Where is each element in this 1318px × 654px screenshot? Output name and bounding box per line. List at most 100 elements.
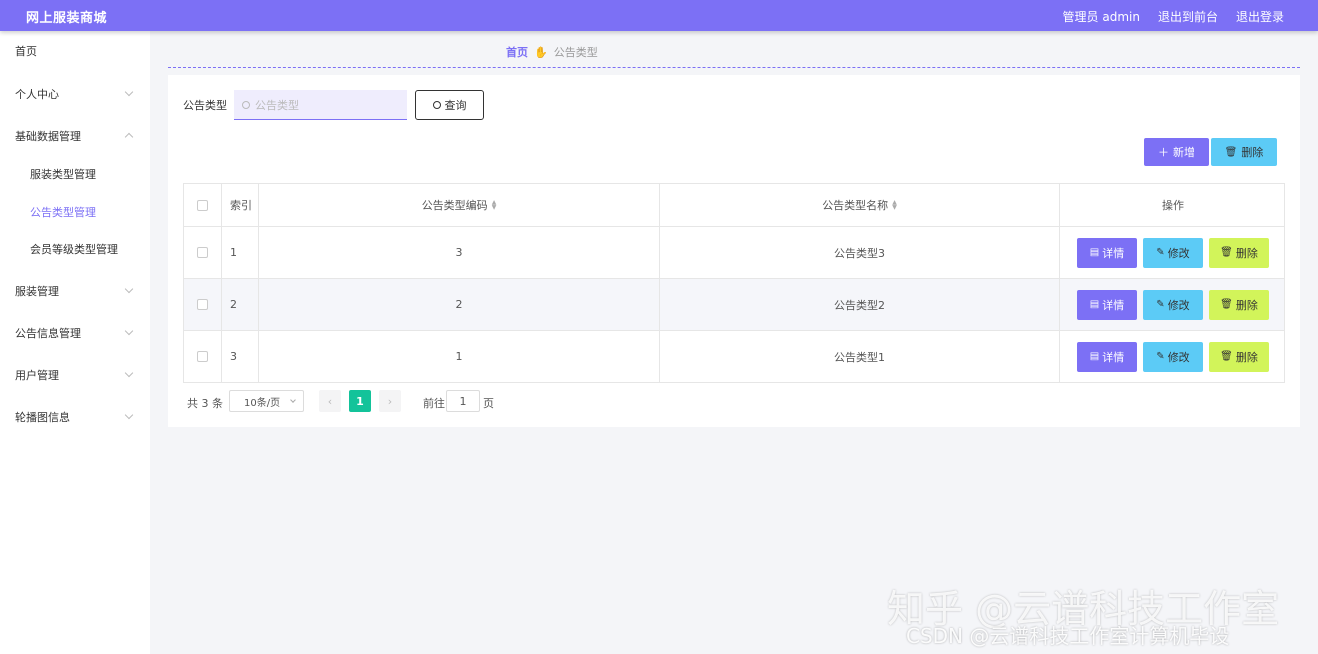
exit-to-front-link[interactable]: 退出到前台 xyxy=(1158,8,1218,25)
goto-suffix: 页 xyxy=(483,397,494,410)
delete-button[interactable]: 🗑 删除 xyxy=(1209,289,1269,320)
sidebar-item-users[interactable]: 用户管理 xyxy=(0,355,150,395)
sidebar-item-label: 个人中心 xyxy=(15,88,59,101)
row-checkbox[interactable] xyxy=(197,247,208,258)
document-icon: ▤ xyxy=(1089,247,1100,258)
add-button-label: 新增 xyxy=(1173,146,1195,159)
row-name: 公告类型1 xyxy=(660,331,1060,382)
row-index: 3 xyxy=(222,331,259,382)
search-icon xyxy=(432,101,441,109)
header-name[interactable]: 公告类型名称 ▲ ▼ xyxy=(660,184,1060,226)
goto-page-input[interactable]: 1 xyxy=(446,390,480,412)
page-size-value: 10条/页 xyxy=(244,397,281,409)
pagination-total: 共 3 条 xyxy=(187,397,223,410)
logout-link[interactable]: 退出登录 xyxy=(1236,8,1284,25)
edit-icon: ✎ xyxy=(1156,247,1165,258)
row-ops: ▤ 详情 ✎ 修改 🗑 删除 xyxy=(1060,331,1286,382)
edit-icon: ✎ xyxy=(1156,351,1165,362)
document-icon: ▤ xyxy=(1089,351,1100,362)
chevron-down-icon xyxy=(290,397,296,403)
detail-button[interactable]: ▤ 详情 xyxy=(1077,341,1137,372)
chevron-left-icon: ‹ xyxy=(327,394,333,408)
chevron-down-icon xyxy=(124,284,134,294)
delete-label: 删除 xyxy=(1235,350,1258,364)
page-number-current[interactable]: 1 xyxy=(349,390,371,412)
add-button[interactable]: ＋ 新增 xyxy=(1144,138,1209,166)
prev-page-button[interactable]: ‹ xyxy=(319,390,341,412)
edit-label: 修改 xyxy=(1167,246,1190,260)
search-label: 公告类型 xyxy=(183,99,227,112)
row-ops: ▤ 详情 ✎ 修改 🗑 删除 xyxy=(1060,227,1286,278)
edit-button[interactable]: ✎ 修改 xyxy=(1143,237,1203,268)
breadcrumb-home[interactable]: 首页 xyxy=(506,44,528,60)
sidebar-item-label: 服装管理 xyxy=(15,285,59,298)
row-name: 公告类型3 xyxy=(660,227,1060,278)
data-table: 索引 公告类型编码 ▲ ▼ 公告类型名称 ▲ ▼ 操作 1 3 公告类型3 ▤ 详情 … xyxy=(183,183,1285,383)
detail-button[interactable]: ▤ 详情 xyxy=(1077,289,1137,320)
search-input[interactable]: 公告类型 xyxy=(234,90,407,120)
edit-button[interactable]: ✎ 修改 xyxy=(1143,289,1203,320)
admin-label[interactable]: 管理员 admin xyxy=(1063,8,1140,25)
table-row: 2 2 公告类型2 ▤ 详情 ✎ 修改 🗑 删除 xyxy=(184,278,1284,330)
query-button[interactable]: 查询 xyxy=(415,90,484,120)
top-header: 网上服装商城 管理员 admin 退出到前台 退出登录 xyxy=(0,0,1318,31)
sidebar-item-basic-data[interactable]: 基础数据管理 xyxy=(0,116,150,156)
row-index: 1 xyxy=(222,227,259,278)
table-row: 1 3 公告类型3 ▤ 详情 ✎ 修改 🗑 删除 xyxy=(184,226,1284,278)
chevron-down-icon xyxy=(124,410,134,420)
delete-label: 删除 xyxy=(1235,246,1258,260)
batch-delete-button[interactable]: 🗑 删除 xyxy=(1211,138,1277,166)
detail-label: 详情 xyxy=(1102,350,1125,364)
header-code[interactable]: 公告类型编码 ▲ ▼ xyxy=(259,184,660,226)
row-code: 1 xyxy=(259,331,660,382)
table-header-row: 索引 公告类型编码 ▲ ▼ 公告类型名称 ▲ ▼ 操作 xyxy=(184,184,1284,226)
header-index: 索引 xyxy=(222,184,259,226)
search-placeholder: 公告类型 xyxy=(255,98,299,112)
chevron-down-icon xyxy=(124,87,134,97)
document-icon: ▤ xyxy=(1089,299,1100,310)
sort-icon[interactable]: ▲ ▼ xyxy=(492,200,497,211)
select-all-checkbox[interactable] xyxy=(197,199,208,211)
detail-button[interactable]: ▤ 详情 xyxy=(1077,237,1137,268)
sidebar-item-personal-center[interactable]: 个人中心 xyxy=(0,74,150,114)
delete-button[interactable]: 🗑 删除 xyxy=(1209,341,1269,372)
sidebar-item-member-level[interactable]: 会员等级类型管理 xyxy=(0,229,150,269)
sidebar-item-clothing[interactable]: 服装管理 xyxy=(0,271,150,311)
row-checkbox[interactable] xyxy=(197,299,208,310)
sidebar-item-carousel[interactable]: 轮播图信息 xyxy=(0,397,150,437)
query-button-label: 查询 xyxy=(444,99,467,112)
sidebar-item-home[interactable]: 首页 xyxy=(0,31,150,71)
row-name: 公告类型2 xyxy=(660,279,1060,330)
sidebar-item-notice-type[interactable]: 公告类型管理 xyxy=(0,192,150,232)
delete-button-label: 删除 xyxy=(1241,146,1264,159)
search-icon xyxy=(242,100,250,109)
header-code-label: 公告类型编码 xyxy=(421,199,488,212)
sidebar-item-label: 公告类型管理 xyxy=(30,206,96,219)
row-code: 3 xyxy=(259,227,660,278)
row-checkbox[interactable] xyxy=(197,351,208,362)
header-actions: 管理员 admin 退出到前台 退出登录 xyxy=(1063,8,1284,25)
sidebar-item-notice-info[interactable]: 公告信息管理 xyxy=(0,313,150,353)
trash-icon: 🗑 xyxy=(1220,351,1233,362)
sidebar-item-label: 首页 xyxy=(15,45,37,58)
page-size-select[interactable]: 10条/页 xyxy=(229,390,304,412)
watermark-csdn: CSDN @云谱科技工作室计算机毕设 xyxy=(906,624,1230,648)
trash-icon: 🗑 xyxy=(1224,146,1238,158)
header-ops: 操作 xyxy=(1162,199,1184,212)
row-index: 2 xyxy=(222,279,259,330)
app-title: 网上服装商城 xyxy=(26,11,108,26)
delete-button[interactable]: 🗑 删除 xyxy=(1209,237,1269,268)
edit-label: 修改 xyxy=(1167,350,1190,364)
delete-label: 删除 xyxy=(1235,298,1258,312)
edit-icon: ✎ xyxy=(1156,299,1165,310)
row-ops: ▤ 详情 ✎ 修改 🗑 删除 xyxy=(1060,279,1286,330)
detail-label: 详情 xyxy=(1102,246,1125,260)
row-code: 2 xyxy=(259,279,660,330)
sort-icon[interactable]: ▲ ▼ xyxy=(892,200,897,211)
sidebar-item-label: 会员等级类型管理 xyxy=(30,243,118,256)
sidebar-item-clothing-type[interactable]: 服装类型管理 xyxy=(0,154,150,194)
header-checkbox-cell xyxy=(184,184,222,226)
edit-button[interactable]: ✎ 修改 xyxy=(1143,341,1203,372)
sidebar: 首页 个人中心 基础数据管理 服装类型管理 公告类型管理 会员等级类型管理 服装… xyxy=(0,31,150,654)
next-page-button[interactable]: › xyxy=(379,390,401,412)
